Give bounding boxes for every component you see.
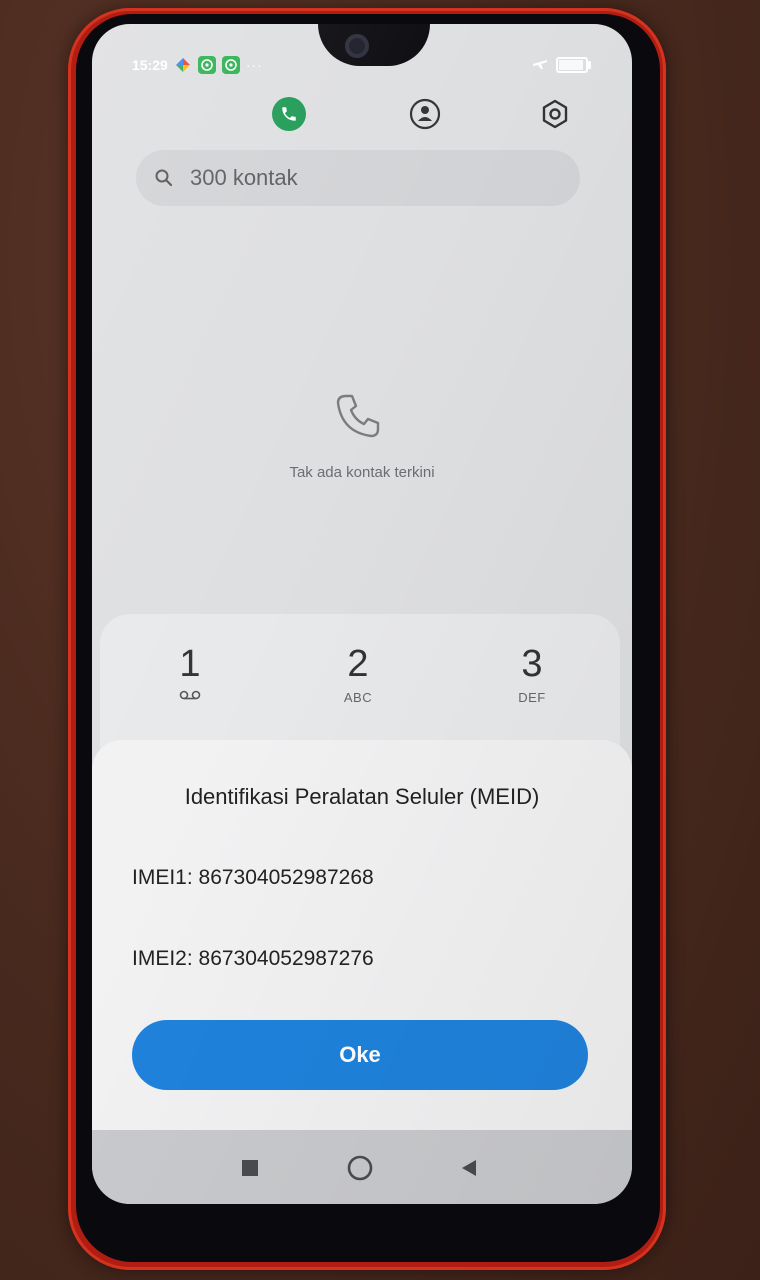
- key-3[interactable]: 3 DEF: [472, 644, 592, 705]
- ok-button[interactable]: Oke: [132, 1020, 588, 1090]
- status-right: [532, 54, 591, 76]
- battery-level: [559, 60, 583, 70]
- tab-phone[interactable]: [272, 97, 306, 131]
- phone-screen: 15:29 ··· 300 kontak Tak ada kontak terk…: [92, 24, 632, 1204]
- navigation-bar: [92, 1130, 632, 1204]
- key-letters: DEF: [518, 690, 546, 705]
- assistant-icon: [174, 56, 192, 74]
- square-icon: [242, 1160, 258, 1176]
- dialog-title: Identifikasi Peralatan Seluler (MEID): [184, 784, 540, 809]
- camera-notch: [318, 24, 430, 66]
- imei1-text: IMEI1: 867304052987268: [132, 866, 374, 889]
- key-letters: ABC: [343, 690, 373, 705]
- airplane-mode-icon: [532, 55, 548, 76]
- tab-contacts[interactable]: [408, 97, 442, 131]
- home-button[interactable]: [345, 1153, 375, 1183]
- front-camera: [345, 34, 369, 58]
- whatsapp-icon: [221, 56, 240, 74]
- back-button[interactable]: [454, 1153, 484, 1183]
- key-1[interactable]: 1: [130, 644, 250, 705]
- status-bar: 15:29 ···: [132, 54, 263, 76]
- empty-recents-text: Tak ada kontak terkini: [289, 464, 435, 481]
- back-triangle-icon: [462, 1160, 476, 1176]
- meid-dialog: Identifikasi Peralatan Seluler (MEID) IM…: [92, 740, 632, 1130]
- search-input[interactable]: [188, 164, 552, 192]
- voicemail-icon: [179, 690, 201, 700]
- more-notifications-icon: ···: [245, 57, 263, 73]
- phone-icon: [282, 107, 296, 121]
- status-time: 15:29: [132, 57, 168, 73]
- contact-icon: [409, 98, 441, 130]
- search-bar[interactable]: [136, 150, 580, 206]
- gear-icon: [542, 99, 568, 129]
- whatsapp-icon: [197, 56, 216, 74]
- key-digit: 3: [521, 643, 543, 685]
- imei2-text: IMEI2: 867304052987276: [132, 947, 374, 970]
- battery-icon: [556, 57, 591, 73]
- search-icon: [155, 169, 173, 187]
- key-2[interactable]: 2 ABC: [298, 644, 418, 705]
- recents-button[interactable]: [235, 1153, 265, 1183]
- key-digit: 1: [179, 643, 201, 685]
- key-digit: 2: [347, 643, 369, 685]
- phone-icon: [336, 394, 380, 438]
- tab-settings[interactable]: [538, 97, 572, 131]
- circle-icon: [347, 1155, 373, 1181]
